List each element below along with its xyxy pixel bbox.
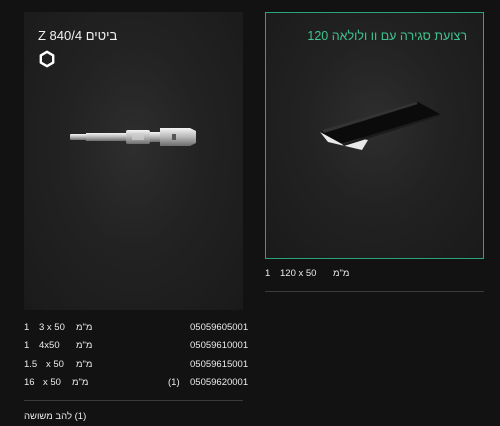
bits-table-divider — [24, 400, 243, 401]
bit-row-4-unit: מ"מ — [72, 377, 89, 388]
bit-row-2-code: 05059610001 — [190, 340, 249, 351]
strap-row-unit: מ"מ — [333, 268, 350, 279]
strap-product-title: רצועת סגירה עם וו ולולאה 120 — [307, 29, 467, 43]
bit-row-4-qty: 16 — [24, 377, 35, 388]
bit-row-4-code: 05059620001 — [190, 377, 249, 388]
hook-loop-pad-image — [320, 102, 440, 150]
bit-row-4-note: (1) — [168, 377, 180, 388]
bit-row-3-qty: 1.5 — [24, 359, 38, 370]
bit-row-1-size: 3 x 50 — [39, 322, 65, 333]
bit-row-1-unit: מ"מ — [76, 322, 93, 333]
strap-row-qty: 1 — [265, 268, 271, 279]
screwdriver-bit-image — [70, 128, 196, 146]
bit-row-4-size: x 50 — [43, 377, 61, 388]
bit-row-1-qty: 1 — [24, 322, 30, 333]
bit-row-3-unit: מ"מ — [76, 359, 93, 370]
bit-row-3-code: 05059615001 — [190, 359, 249, 370]
strap-product-card: רצועת סגירה עם וו ולולאה 120 — [265, 12, 484, 259]
bit-row-2-unit: מ"מ — [76, 340, 93, 351]
bit-row-3-size: x 50 — [46, 359, 64, 370]
bits-product-card: ביטים Z 840/4 — [24, 12, 243, 310]
strap-table-divider — [265, 291, 484, 292]
strap-row-size: 120 x 50 — [280, 268, 317, 279]
bit-row-2-qty: 1 — [24, 340, 30, 351]
bit-row-1-code: 05059605001 — [190, 322, 249, 333]
hexagon-outline-icon — [39, 50, 55, 68]
bits-product-title: ביטים Z 840/4 — [38, 28, 118, 43]
hex-blade-footnote: (1) להב משושה — [24, 411, 87, 422]
bit-row-2-size: 4x50 — [39, 340, 60, 351]
